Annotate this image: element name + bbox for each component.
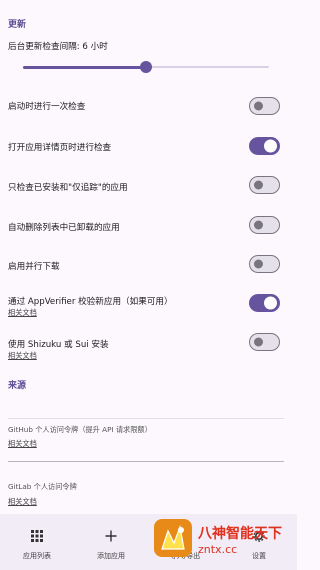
watermark-logo-icon [154,519,192,557]
setting-check-on-start-toggle[interactable] [249,97,280,115]
setting-auto-remove-label: 自动删除列表中已卸载的应用 [8,223,120,233]
setting-installed-only-label: 只检查已安装和"仅追踪"的应用 [8,183,128,193]
section-title-sources: 来源 [8,381,27,391]
update-interval-label: 后台更新检查间隔: 6 小时 [8,42,108,52]
setting-appverifier-docs-link[interactable]: 相关文档 [8,308,37,318]
toggle-knob [254,220,263,230]
setting-appverifier-label: 通过 AppVerifier 校验新应用（如果可用） [8,297,173,307]
site-watermark: 八神智能天下 zntx.cc [152,517,290,569]
setting-installed-only-toggle[interactable] [249,176,280,194]
nav-label-add-app: 添加应用 [97,552,125,560]
toggle-knob [254,101,263,111]
nav-label-app-list: 应用列表 [23,552,51,560]
grid-icon [0,530,74,546]
slider-fill [23,65,146,69]
setting-check-on-details-toggle[interactable] [249,137,280,155]
plus-icon [74,530,148,546]
setting-check-on-details-label: 打开应用详情页时进行检查 [8,143,112,153]
watermark-title: 八神智能天下 [198,526,282,542]
github-token-docs-link[interactable]: 相关文档 [8,439,37,449]
slider-thumb[interactable] [140,60,152,73]
update-interval-slider[interactable] [23,60,269,73]
setting-auto-remove-toggle[interactable] [249,216,280,234]
gitlab-token-field[interactable]: GitLab 个人访问令牌 [8,476,284,515]
setting-parallel-downloads-toggle[interactable] [249,255,280,273]
setting-shizuku-docs-link[interactable]: 相关文档 [8,351,37,361]
github-token-field[interactable]: GitHub 个人访问令牌（提升 API 请求限额） [8,418,284,462]
toggle-knob [254,180,263,190]
setting-shizuku-toggle[interactable] [249,333,280,351]
nav-item-add-app[interactable]: 添加应用 [74,514,148,570]
setting-check-on-start-label: 启动时进行一次检查 [8,102,86,112]
toggle-knob [264,139,277,153]
section-title-updates: 更新 [8,20,27,30]
watermark-url: zntx.cc [198,543,238,556]
setting-parallel-downloads-label: 启用并行下载 [8,262,60,272]
nav-item-app-list[interactable]: 应用列表 [0,514,74,570]
gitlab-token-docs-link[interactable]: 相关文档 [8,497,37,507]
toggle-knob [264,296,277,310]
setting-shizuku-label: 使用 Shizuku 或 Sui 安装 [8,340,109,350]
toggle-knob [254,259,263,269]
toggle-knob [254,337,263,347]
setting-appverifier-toggle[interactable] [249,294,280,312]
gitlab-token-label: GitLab 个人访问令牌 [8,482,77,491]
github-token-label: GitHub 个人访问令牌（提升 API 请求限额） [8,425,152,434]
